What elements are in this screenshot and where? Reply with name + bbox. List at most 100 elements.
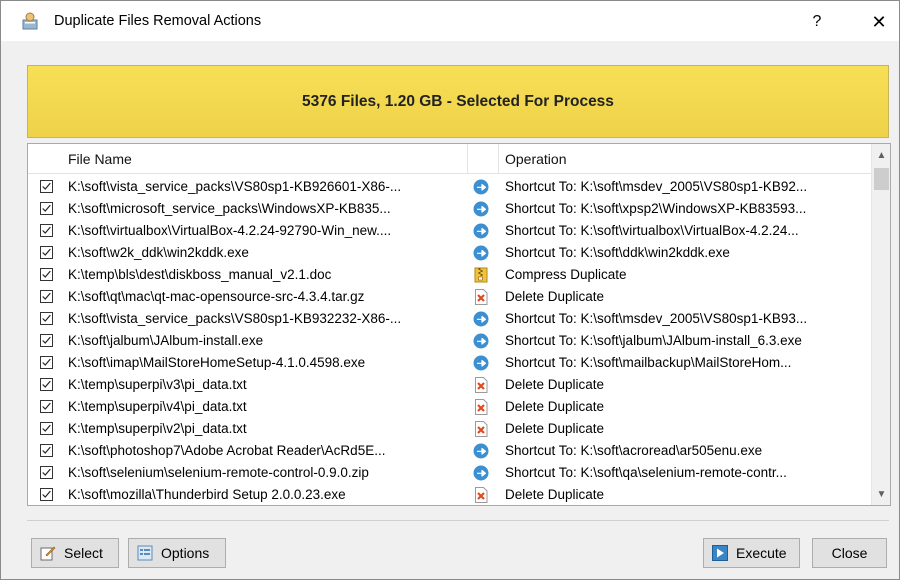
file-name-cell: K:\temp\superpi\v4\pi_data.txt [68,399,247,414]
shortcut-icon [473,333,489,349]
row-checkbox[interactable] [40,334,53,347]
file-name-cell: K:\soft\vista_service_packs\VS80sp1-KB92… [68,179,402,194]
select-button[interactable]: Select [31,538,119,568]
table-row[interactable]: K:\soft\vista_service_packs\VS80sp1-KB92… [28,177,871,199]
table-row[interactable]: K:\soft\microsoft_service_packs\WindowsX… [28,199,871,221]
row-checkbox[interactable] [40,400,53,413]
file-name-cell: K:\soft\microsoft_service_packs\WindowsX… [68,201,391,216]
files-list[interactable]: File Name Operation K:\soft\vista_servic… [27,143,891,506]
selection-summary-banner: 5376 Files, 1.20 GB - Selected For Proce… [27,65,889,138]
row-checkbox[interactable] [40,224,53,237]
delete-icon [473,377,489,393]
row-checkbox[interactable] [40,378,53,391]
row-checkbox[interactable] [40,312,53,325]
file-name-cell: K:\soft\virtualbox\VirtualBox-4.2.24-927… [68,223,392,238]
row-checkbox[interactable] [40,246,53,259]
operation-cell: Shortcut To: K:\soft\msdev_2005\VS80sp1-… [505,311,808,326]
operation-cell: Delete Duplicate [505,399,605,414]
list-rows: K:\soft\vista_service_packs\VS80sp1-KB92… [28,177,871,505]
delete-icon [473,399,489,415]
close-button[interactable]: Close [812,538,887,568]
shortcut-icon [473,179,489,195]
operation-cell: Delete Duplicate [505,377,605,392]
operation-cell: Shortcut To: K:\soft\acroread\ar505enu.e… [505,443,763,458]
file-name-cell: K:\temp\bls\dest\diskboss_manual_v2.1.do… [68,267,332,282]
row-checkbox[interactable] [40,202,53,215]
file-name-cell: K:\soft\jalbum\JAlbum-install.exe [68,333,264,348]
options-button[interactable]: Options [128,538,226,568]
row-checkbox[interactable] [40,422,53,435]
table-row[interactable]: K:\temp\superpi\v3\pi_data.txt Delete Dup… [28,375,871,397]
execute-button[interactable]: Execute [703,538,800,568]
operation-cell: Delete Duplicate [505,421,605,436]
table-row[interactable]: K:\temp\bls\dest\diskboss_manual_v2.1.do… [28,265,871,287]
operation-cell: Compress Duplicate [505,267,627,282]
app-icon [22,12,38,30]
shortcut-icon [473,443,489,459]
table-row[interactable]: K:\soft\selenium\selenium-remote-control… [28,463,871,485]
file-name-cell: K:\soft\mozilla\Thunderbird Setup 2.0.0.… [68,487,346,502]
table-row[interactable]: K:\soft\qt\mac\qt-mac-opensource-src-4.3… [28,287,871,309]
file-name-cell: K:\soft\imap\MailStoreHomeSetup-4.1.0.45… [68,355,366,370]
file-name-cell: K:\temp\superpi\v3\pi_data.txt [68,377,247,392]
table-row[interactable]: K:\temp\superpi\v4\pi_data.txt Delete Dup… [28,397,871,419]
table-row[interactable]: K:\soft\virtualbox\VirtualBox-4.2.24-927… [28,221,871,243]
operation-cell: Shortcut To: K:\soft\msdev_2005\VS80sp1-… [505,179,808,194]
delete-icon [473,289,489,305]
operation-cell: Shortcut To: K:\soft\ddk\win2kddk.exe [505,245,730,260]
compress-icon [473,267,489,283]
vertical-scrollbar[interactable]: ▲ ▼ [871,144,890,505]
row-checkbox[interactable] [40,356,53,369]
operation-cell: Shortcut To: K:\soft\virtualbox\VirtualB… [505,223,799,238]
table-row[interactable]: K:\soft\mozilla\Thunderbird Setup 2.0.0.… [28,485,871,505]
shortcut-icon [473,245,489,261]
execute-button-label: Execute [736,545,787,561]
shortcut-icon [473,201,489,217]
row-checkbox[interactable] [40,444,53,457]
row-checkbox[interactable] [40,466,53,479]
row-checkbox[interactable] [40,180,53,193]
row-checkbox[interactable] [40,268,53,281]
shortcut-icon [473,465,489,481]
file-name-cell: K:\soft\w2k_ddk\win2kddk.exe [68,245,249,260]
play-icon [712,545,728,561]
options-button-label: Options [161,545,210,561]
row-checkbox[interactable] [40,488,53,501]
file-name-cell: K:\soft\photoshop7\Adobe Acrobat Reader\… [68,443,386,458]
operation-cell: Shortcut To: K:\soft\qa\selenium-remote-… [505,465,787,480]
operation-cell: Delete Duplicate [505,289,605,304]
close-window-button[interactable]: ✕ [859,9,899,35]
table-row[interactable]: K:\soft\vista_service_packs\VS80sp1-KB93… [28,309,871,331]
divider [27,520,889,521]
table-row[interactable]: K:\soft\w2k_ddk\win2kddk.exe Shortcut To:… [28,243,871,265]
table-row[interactable]: K:\soft\imap\MailStoreHomeSetup-4.1.0.45… [28,353,871,375]
shortcut-icon [473,223,489,239]
select-button-label: Select [64,545,103,561]
file-name-cell: K:\soft\vista_service_packs\VS80sp1-KB93… [68,311,402,326]
operation-cell: Shortcut To: K:\soft\mailbackup\MailStor… [505,355,792,370]
column-header-file-name[interactable]: File Name [68,151,132,167]
table-row[interactable]: K:\temp\superpi\v2\pi_data.txt Delete Dup… [28,419,871,441]
scroll-up-arrow-icon[interactable]: ▲ [872,144,890,166]
row-checkbox[interactable] [40,290,53,303]
scroll-down-arrow-icon[interactable]: ▼ [872,483,890,505]
window-title: Duplicate Files Removal Actions [54,13,262,29]
shortcut-icon [473,355,489,371]
table-row[interactable]: K:\soft\photoshop7\Adobe Acrobat Reader\… [28,441,871,463]
dialog-window: Duplicate Files Removal Actions ? ✕ 5376… [0,0,900,580]
column-header-operation[interactable]: Operation [505,151,566,167]
close-button-label: Close [831,545,868,561]
scrollbar-thumb[interactable] [874,168,889,190]
select-icon [40,546,56,561]
column-divider[interactable] [467,144,468,174]
options-icon [137,545,153,561]
operation-cell: Shortcut To: K:\soft\jalbum\JAlbum-insta… [505,333,802,348]
selection-summary-text: 5376 Files, 1.20 GB - Selected For Proce… [302,92,614,110]
file-name-cell: K:\temp\superpi\v2\pi_data.txt [68,421,247,436]
operation-cell: Delete Duplicate [505,487,605,502]
column-divider[interactable] [498,144,499,174]
file-name-cell: K:\soft\qt\mac\qt-mac-opensource-src-4.3… [68,289,365,304]
help-button[interactable]: ? [797,9,837,35]
table-row[interactable]: K:\soft\jalbum\JAlbum-install.exe Shortcu… [28,331,871,353]
title-bar: Duplicate Files Removal Actions ? ✕ [1,1,899,41]
